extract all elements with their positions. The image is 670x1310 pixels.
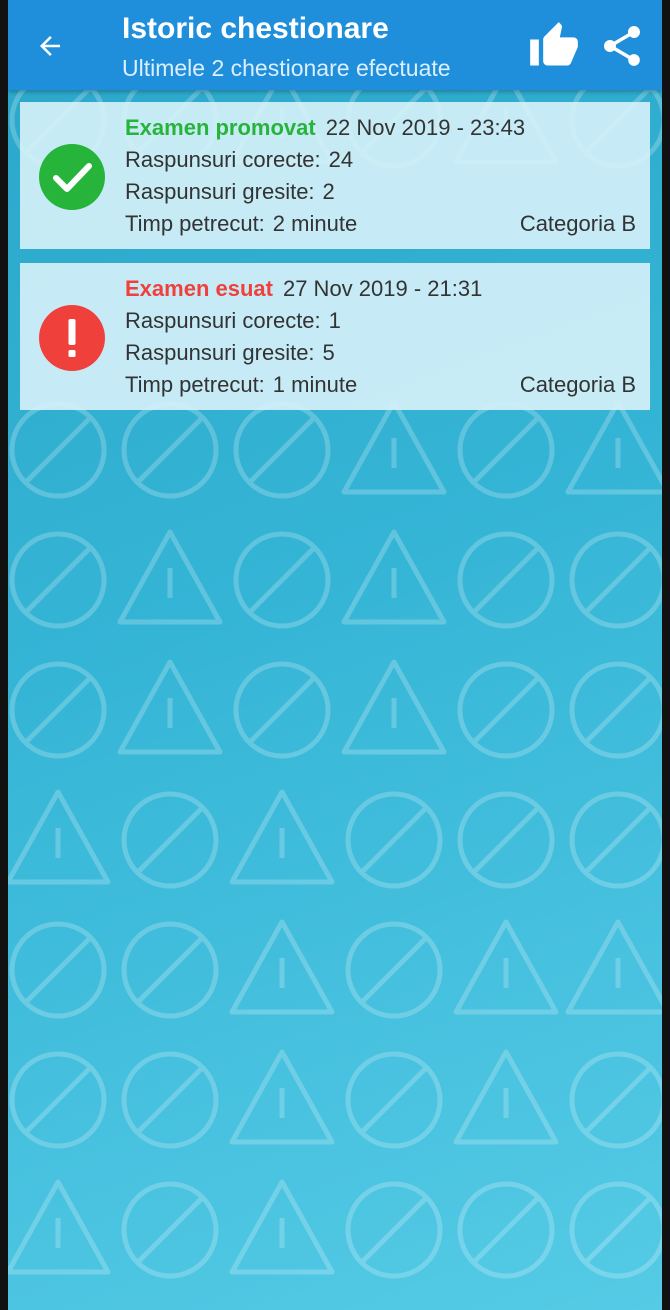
back-button[interactable] xyxy=(30,26,70,66)
arrow-left-icon xyxy=(40,36,60,56)
correct-answers-value: 1 xyxy=(328,308,341,333)
time-spent-line: Timp petrecut: 2 minute xyxy=(125,211,357,237)
quiz-history-item[interactable]: Examen promovat 22 Nov 2019 - 23:43 Raspu… xyxy=(20,102,650,249)
time-spent-value: 1 minute xyxy=(272,372,358,397)
time-spent-label: Timp petrecut: xyxy=(125,211,265,236)
quiz-status-line: Examen esuat 27 Nov 2019 - 21:31 xyxy=(125,276,482,302)
time-spent-line: Timp petrecut: 1 minute xyxy=(125,372,357,398)
wrong-answers-line: Raspunsuri gresite: 2 xyxy=(125,179,335,205)
correct-answers-label: Raspunsuri corecte: xyxy=(125,147,321,172)
wrong-answers-line: Raspunsuri gresite: 5 xyxy=(125,340,335,366)
wrong-answers-label: Raspunsuri gresite: xyxy=(125,340,315,365)
quiz-date: 22 Nov 2019 - 23:43 xyxy=(325,115,526,140)
quiz-category: Categoria B xyxy=(519,211,636,236)
correct-answers-line: Raspunsuri corecte: 24 xyxy=(125,147,353,173)
quiz-status: Examen esuat xyxy=(125,276,273,301)
correct-answers-label: Raspunsuri corecte: xyxy=(125,308,321,333)
thumbs-up-icon xyxy=(530,22,578,66)
quiz-status: Examen promovat xyxy=(125,115,316,140)
wrong-answers-label: Raspunsuri gresite: xyxy=(125,179,315,204)
quiz-history-item[interactable]: Examen esuat 27 Nov 2019 - 21:31 Raspunsu… xyxy=(20,263,650,410)
like-button[interactable] xyxy=(526,20,582,72)
quiz-category: Categoria B xyxy=(519,372,636,397)
share-button[interactable] xyxy=(598,22,646,70)
time-spent-label: Timp petrecut: xyxy=(125,372,265,397)
page-title: Istoric chestionare xyxy=(122,12,389,45)
quiz-status-line: Examen promovat 22 Nov 2019 - 23:43 xyxy=(125,115,525,141)
exclamation-circle-icon xyxy=(39,305,105,371)
share-icon xyxy=(604,26,640,66)
quiz-date: 27 Nov 2019 - 21:31 xyxy=(282,276,483,301)
page-subtitle: Ultimele 2 chestionare efectuate xyxy=(122,55,451,81)
wrong-answers-value: 2 xyxy=(322,179,335,204)
correct-answers-line: Raspunsuri corecte: 1 xyxy=(125,308,341,334)
correct-answers-value: 24 xyxy=(328,147,354,172)
check-circle-icon xyxy=(39,144,105,210)
time-spent-value: 2 minute xyxy=(272,211,358,236)
app-bar: Istoric chestionare Ultimele 2 chestiona… xyxy=(8,0,662,90)
wrong-answers-value: 5 xyxy=(322,340,335,365)
quiz-history-screen: Istoric chestionare Ultimele 2 chestiona… xyxy=(8,0,662,1310)
